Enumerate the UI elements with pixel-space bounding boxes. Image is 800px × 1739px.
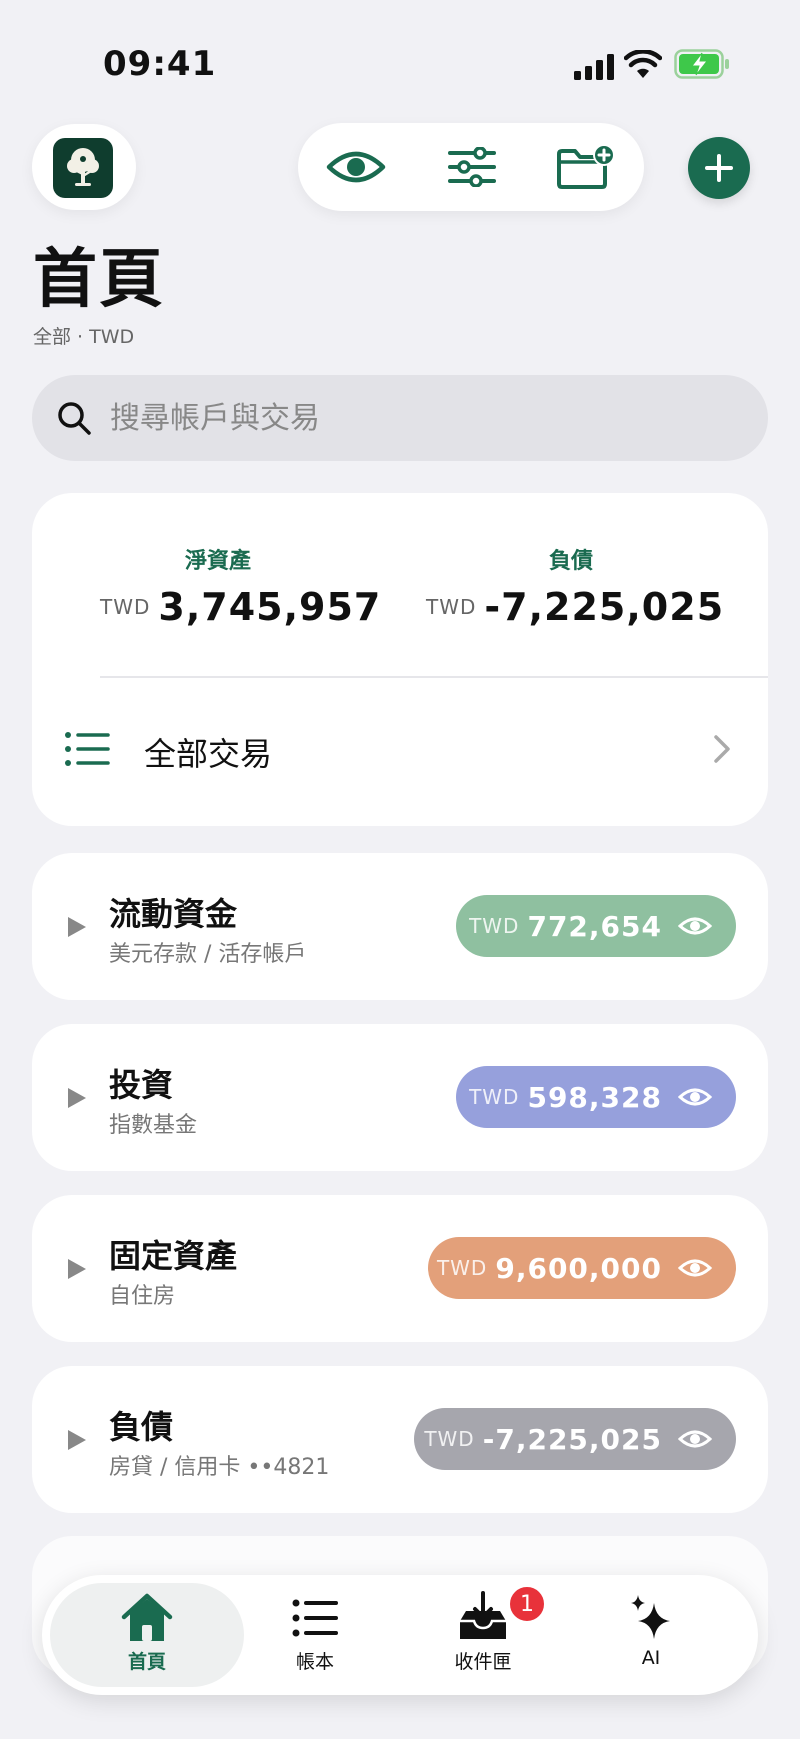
eye-icon[interactable] [678, 915, 712, 937]
group-card-fixed-assets[interactable]: 固定資產 自住房 TWD 9,600,000 [32, 1195, 768, 1342]
divider [100, 676, 768, 678]
liabilities-currency: TWD [426, 595, 477, 619]
expand-triangle-icon [68, 917, 86, 937]
inbox-badge: 1 [508, 1585, 546, 1623]
pill-currency: TWD [436, 1256, 488, 1280]
group-subtitle: 自住房 [109, 1284, 176, 1309]
eye-icon[interactable] [678, 1428, 712, 1450]
group-card-liabilities[interactable]: 負債 房貸 / 信用卡 ••4821 TWD -7,225,025 [32, 1366, 768, 1513]
liabilities-value: -7,225,025 [484, 585, 725, 629]
group-subtitle: 房貸 / 信用卡 ••4821 [109, 1455, 330, 1480]
group-card-liquid[interactable]: 流動資金 美元存款 / 活存帳戶 TWD 772,654 [32, 853, 768, 1000]
search-input[interactable] [110, 375, 730, 461]
status-bar: 09:41 [0, 0, 800, 120]
group-name: 負債 [109, 1408, 174, 1446]
page-subtitle: 全部 · TWD [33, 326, 135, 348]
tab-ai-label: AI [641, 1647, 661, 1669]
list-icon [292, 1599, 338, 1637]
summary-card: 淨資產 TWD 3,745,957 負債 TWD -7,225,025 全部交易 [32, 493, 768, 826]
expand-triangle-icon [68, 1259, 86, 1279]
page-title: 首頁 [33, 243, 165, 317]
inbox-download-icon [460, 1591, 506, 1639]
liabilities-label: 負債 [548, 549, 593, 574]
chevron-right-icon [714, 735, 730, 763]
sparkles-icon [631, 1595, 670, 1639]
group-name: 固定資產 [109, 1237, 238, 1275]
sliders-icon[interactable] [440, 141, 504, 193]
liabilities-metric: 負債 TWD -7,225,025 [426, 543, 723, 629]
pill-value: 772,654 [527, 909, 662, 943]
net-worth-label: 淨資產 [184, 549, 251, 574]
net-worth-currency: TWD [100, 595, 151, 619]
pill-value: -7,225,025 [482, 1422, 662, 1456]
group-balance-pill[interactable]: TWD 9,600,000 [428, 1237, 736, 1299]
folder-add-icon[interactable] [554, 141, 618, 193]
pill-currency: TWD [469, 914, 520, 938]
eye-icon[interactable] [678, 1086, 712, 1108]
list-icon [65, 732, 110, 766]
search-icon [58, 402, 91, 435]
pill-value: 598,328 [527, 1080, 662, 1114]
group-card-investment[interactable]: 投資 指數基金 TWD 598,328 [32, 1024, 768, 1171]
group-balance-pill[interactable]: TWD 772,654 [456, 895, 736, 957]
eye-icon[interactable] [678, 1257, 712, 1279]
expand-triangle-icon [68, 1088, 86, 1108]
battery-charging-icon [674, 49, 729, 79]
tab-bar: 首頁 帳本 收件匣 AI [42, 1575, 758, 1695]
tab-home[interactable]: 首頁 [82, 1585, 212, 1685]
home-icon [121, 1593, 173, 1641]
app-logo-button[interactable] [32, 124, 136, 210]
pill-currency: TWD [469, 1085, 520, 1109]
pill-value: 9,600,000 [495, 1251, 662, 1285]
group-balance-pill[interactable]: TWD -7,225,025 [414, 1408, 736, 1470]
tab-home-label: 首頁 [127, 1651, 166, 1673]
pill-currency: TWD [424, 1427, 475, 1451]
tab-ledger-label: 帳本 [295, 1651, 334, 1673]
net-worth-metric: 淨資產 TWD 3,745,957 [100, 543, 380, 629]
tree-logo-icon [53, 138, 113, 198]
cellular-signal-icon [574, 54, 614, 80]
tab-ai[interactable]: AI [586, 1585, 716, 1685]
group-balance-pill[interactable]: TWD 598,328 [456, 1066, 736, 1128]
add-button[interactable] [688, 137, 750, 199]
search-bar[interactable] [32, 375, 768, 461]
group-name: 投資 [109, 1066, 174, 1104]
wifi-icon [624, 50, 662, 78]
toolbar-group [298, 123, 644, 211]
group-name: 流動資金 [109, 895, 238, 933]
expand-triangle-icon [68, 1430, 86, 1450]
group-subtitle: 美元存款 / 活存帳戶 [109, 942, 307, 967]
group-subtitle: 指數基金 [109, 1113, 198, 1138]
status-time: 09:41 [103, 44, 217, 84]
eye-icon[interactable] [324, 141, 388, 193]
all-transactions-label: 全部交易 [144, 735, 273, 773]
plus-icon [705, 154, 733, 182]
tab-ledger[interactable]: 帳本 [250, 1585, 380, 1685]
tab-inbox-label: 收件匣 [454, 1651, 512, 1673]
all-transactions-row[interactable]: 全部交易 [32, 679, 768, 826]
net-worth-value: 3,745,957 [158, 585, 382, 629]
